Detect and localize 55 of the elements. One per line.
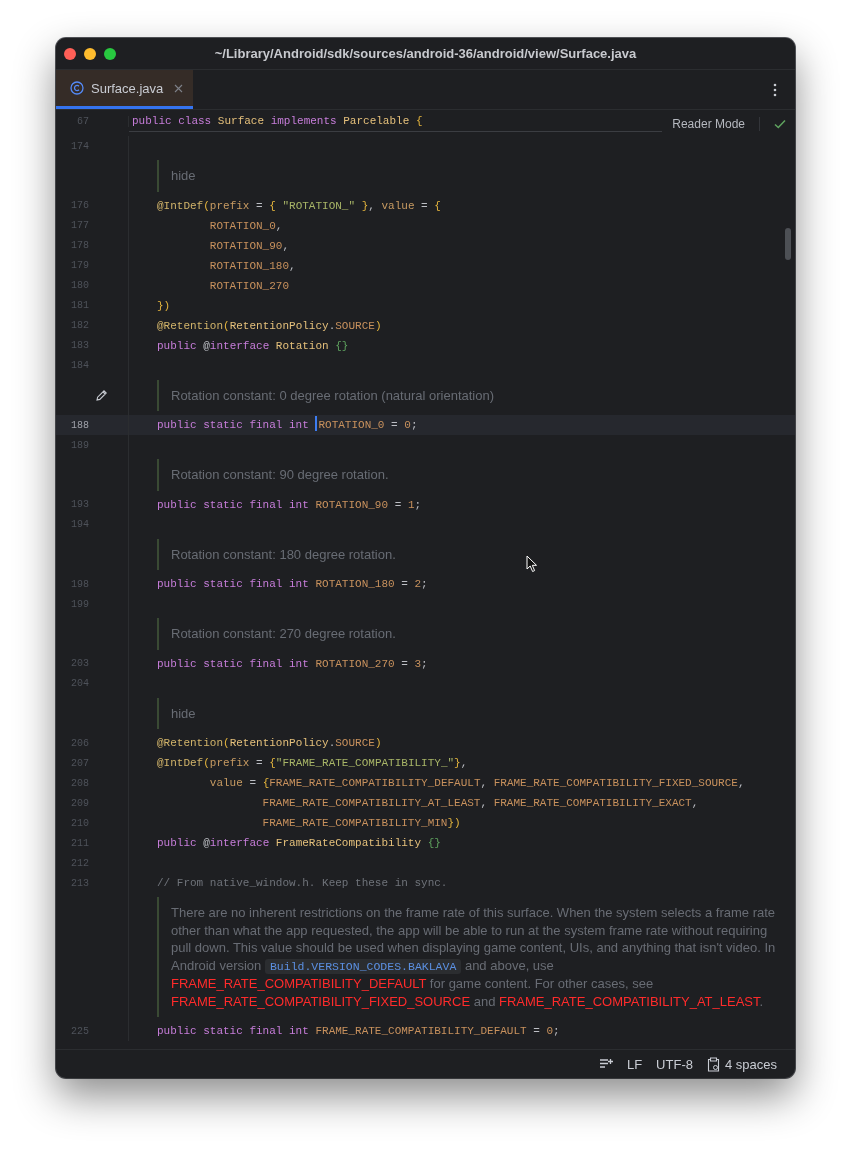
code-line: }) bbox=[156, 298, 171, 314]
code-line: public static final int ROTATION_180 = 2; bbox=[156, 577, 428, 592]
line-number: 194 bbox=[70, 519, 89, 530]
code-line: ROTATION_270 bbox=[208, 278, 290, 294]
code-line: ROTATION_180, bbox=[208, 258, 296, 274]
doc-text: Rotation constant: 180 degree rotation. bbox=[171, 545, 397, 563]
more-icon[interactable] bbox=[773, 83, 777, 97]
indent-icon bbox=[706, 1056, 720, 1072]
code-line: public class Surface implements Parcelable { bbox=[129, 110, 662, 132]
line-number: 174 bbox=[70, 140, 89, 152]
reader-mode-toggle[interactable]: Reader Mode bbox=[672, 117, 760, 131]
code-line: public static final int ROTATION_270 = 3; bbox=[156, 656, 428, 672]
code-line: ROTATION_90, bbox=[208, 238, 290, 254]
close-tab-icon[interactable] bbox=[174, 83, 184, 93]
close-button[interactable] bbox=[64, 47, 76, 60]
doc-link[interactable]: FRAME_RATE_COMPATIBILITY_FIXED_SOURCE bbox=[171, 993, 471, 1009]
line-separator[interactable]: LF bbox=[626, 1056, 643, 1072]
check-icon bbox=[774, 119, 786, 129]
code-line: @Retention(RetentionPolicy.SOURCE) bbox=[156, 318, 382, 334]
doc-text: hide bbox=[171, 704, 197, 722]
class-icon bbox=[70, 81, 84, 95]
code-link[interactable]: Build.VERSION_CODES.BAKLAVA bbox=[264, 958, 462, 974]
code-line: public @interface FrameRateCompatibility {} bbox=[156, 836, 441, 851]
doc-text: There are no inherent restrictions on the frame rate of this surface. When the system selects a frame rate other than what the app requested, the app will be able to run at the system frame rate without requiring pull down. This value should be used when displaying game content, UIs, and anything that isn't video. In Android version Build.VERSION_CODES.BAKLAVA and above, use FRAME_RATE_COMPATIBILITY_DEFAULT for game content. For other cases, see FRAME_RATE_COMPATIBILITY_FIXED_SOURCE and FRAME_RATE_COMPATIBILITY_AT_LEAST. bbox=[171, 904, 777, 1010]
line-number: 204 bbox=[70, 678, 89, 689]
code-line: // From native_window.h. Keep these in sync. bbox=[156, 876, 448, 891]
doc-text: Rotation constant: 270 degree rotation. bbox=[171, 625, 397, 643]
doc-text: Rotation constant: 0 degree rotation (natural orientation) bbox=[171, 386, 496, 404]
code-line: public @interface Rotation {} bbox=[156, 338, 349, 354]
code-line: @IntDef(prefix = {"FRAME_RATE_COMPATIBILITY_"}, bbox=[156, 756, 468, 771]
code-line: value = {FRAME_RATE_COMPATIBILITY_DEFAULT, FRAME_RATE_COMPATIBILITY_FIXED_SOURCE, bbox=[208, 776, 745, 791]
code-line: ROTATION_0, bbox=[208, 218, 283, 234]
code-line: FRAME_RATE_COMPATIBILITY_AT_LEAST, FRAME_RATE_COMPATIBILITY_EXACT, bbox=[261, 796, 699, 811]
minimize-button[interactable] bbox=[84, 47, 96, 60]
doc-link[interactable]: FRAME_RATE_COMPATIBILITY_DEFAULT bbox=[171, 976, 427, 991]
code-line: public static final int FRAME_RATE_COMPATIBILITY_DEFAULT = 0; bbox=[156, 1024, 560, 1039]
zoom-button[interactable] bbox=[104, 47, 116, 60]
doc-link[interactable]: FRAME_RATE_COMPATIBILITY_AT_LEAST bbox=[499, 993, 760, 1009]
pencil-icon[interactable] bbox=[95, 388, 108, 402]
file-tab[interactable]: Surface.java bbox=[56, 70, 194, 109]
code-line: @IntDef(prefix = { "ROTATION_" }, value = { bbox=[156, 198, 441, 214]
doc-text: hide bbox=[171, 167, 197, 185]
doc-text: Rotation constant: 90 degree rotation. bbox=[171, 466, 390, 484]
file-encoding[interactable]: UTF-8 bbox=[656, 1056, 693, 1072]
code-line: public static final int ROTATION_0 = 0; bbox=[129, 415, 418, 435]
code-line: @Retention(RetentionPolicy.SOURCE) bbox=[156, 736, 382, 751]
mouse-pointer-icon bbox=[526, 555, 538, 573]
indent-setting[interactable]: 4 spaces bbox=[724, 1056, 777, 1072]
code-line: public static final int ROTATION_90 = 1; bbox=[156, 497, 422, 513]
scrollbar-thumb[interactable] bbox=[785, 228, 791, 260]
code-line: FRAME_RATE_COMPATIBILITY_MIN}) bbox=[261, 816, 461, 831]
line-number: 188 bbox=[70, 419, 89, 431]
window-title: ~/Library/Android/sdk/sources/android-36/android/view/Surface.java bbox=[214, 46, 637, 61]
soft-wrap-icon[interactable] bbox=[598, 1058, 613, 1070]
line-number: 184 bbox=[70, 360, 89, 371]
